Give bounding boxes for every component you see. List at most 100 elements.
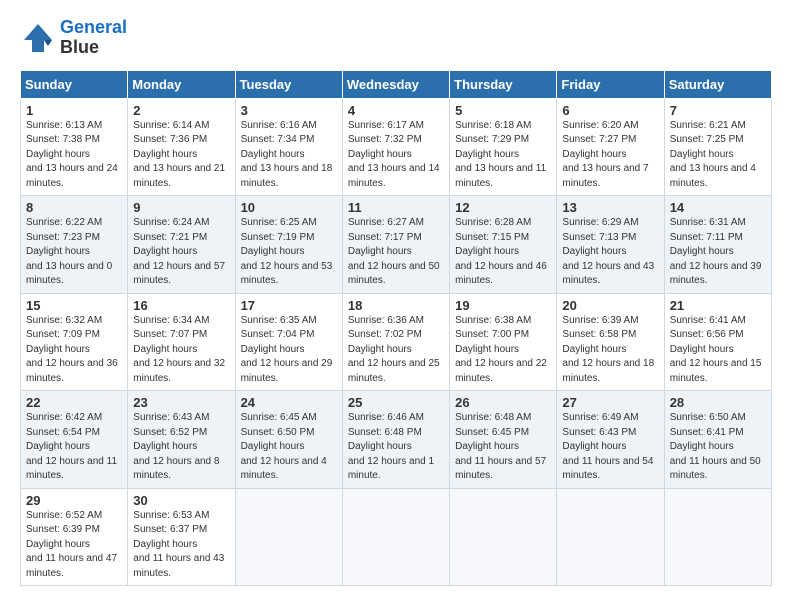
cell-info: Sunrise: 6:36 AMSunset: 7:02 PMDaylight … bbox=[348, 315, 440, 384]
calendar-cell: 8 Sunrise: 6:22 AMSunset: 7:23 PMDayligh… bbox=[21, 196, 128, 294]
calendar-cell: 17 Sunrise: 6:35 AMSunset: 7:04 PMDaylig… bbox=[235, 293, 342, 391]
cell-info: Sunrise: 6:35 AMSunset: 7:04 PMDaylight … bbox=[241, 315, 333, 384]
cell-info: Sunrise: 6:48 AMSunset: 6:45 PMDaylight … bbox=[455, 412, 546, 481]
calendar-cell: 12 Sunrise: 6:28 AMSunset: 7:15 PMDaylig… bbox=[450, 196, 557, 294]
logo-text: General Blue bbox=[60, 18, 127, 58]
calendar-cell: 11 Sunrise: 6:27 AMSunset: 7:17 PMDaylig… bbox=[342, 196, 449, 294]
day-number: 16 bbox=[133, 298, 229, 313]
day-number: 23 bbox=[133, 395, 229, 410]
day-number: 15 bbox=[26, 298, 122, 313]
day-header-wednesday: Wednesday bbox=[342, 70, 449, 98]
day-number: 10 bbox=[241, 200, 337, 215]
day-number: 30 bbox=[133, 493, 229, 508]
day-number: 13 bbox=[562, 200, 658, 215]
calendar-cell: 7 Sunrise: 6:21 AMSunset: 7:25 PMDayligh… bbox=[664, 98, 771, 196]
cell-info: Sunrise: 6:53 AMSunset: 6:37 PMDaylight … bbox=[133, 510, 224, 579]
day-header-monday: Monday bbox=[128, 70, 235, 98]
cell-info: Sunrise: 6:27 AMSunset: 7:17 PMDaylight … bbox=[348, 217, 440, 286]
calendar-cell bbox=[450, 488, 557, 586]
calendar-cell bbox=[664, 488, 771, 586]
day-number: 6 bbox=[562, 103, 658, 118]
cell-info: Sunrise: 6:18 AMSunset: 7:29 PMDaylight … bbox=[455, 120, 546, 189]
day-number: 26 bbox=[455, 395, 551, 410]
calendar-cell: 3 Sunrise: 6:16 AMSunset: 7:34 PMDayligh… bbox=[235, 98, 342, 196]
cell-info: Sunrise: 6:45 AMSunset: 6:50 PMDaylight … bbox=[241, 412, 327, 481]
day-number: 18 bbox=[348, 298, 444, 313]
day-number: 22 bbox=[26, 395, 122, 410]
day-number: 1 bbox=[26, 103, 122, 118]
day-number: 29 bbox=[26, 493, 122, 508]
day-number: 8 bbox=[26, 200, 122, 215]
day-number: 7 bbox=[670, 103, 766, 118]
calendar-body: 1 Sunrise: 6:13 AMSunset: 7:38 PMDayligh… bbox=[21, 98, 772, 586]
cell-info: Sunrise: 6:32 AMSunset: 7:09 PMDaylight … bbox=[26, 315, 118, 384]
cell-info: Sunrise: 6:34 AMSunset: 7:07 PMDaylight … bbox=[133, 315, 225, 384]
day-number: 3 bbox=[241, 103, 337, 118]
calendar-cell: 15 Sunrise: 6:32 AMSunset: 7:09 PMDaylig… bbox=[21, 293, 128, 391]
calendar-cell: 18 Sunrise: 6:36 AMSunset: 7:02 PMDaylig… bbox=[342, 293, 449, 391]
week-row-3: 15 Sunrise: 6:32 AMSunset: 7:09 PMDaylig… bbox=[21, 293, 772, 391]
calendar-cell: 24 Sunrise: 6:45 AMSunset: 6:50 PMDaylig… bbox=[235, 391, 342, 489]
day-number: 24 bbox=[241, 395, 337, 410]
cell-info: Sunrise: 6:46 AMSunset: 6:48 PMDaylight … bbox=[348, 412, 434, 481]
day-header-tuesday: Tuesday bbox=[235, 70, 342, 98]
cell-info: Sunrise: 6:39 AMSunset: 6:58 PMDaylight … bbox=[562, 315, 654, 384]
day-number: 21 bbox=[670, 298, 766, 313]
day-number: 27 bbox=[562, 395, 658, 410]
day-number: 2 bbox=[133, 103, 229, 118]
calendar-cell: 22 Sunrise: 6:42 AMSunset: 6:54 PMDaylig… bbox=[21, 391, 128, 489]
calendar-cell bbox=[342, 488, 449, 586]
calendar-cell: 23 Sunrise: 6:43 AMSunset: 6:52 PMDaylig… bbox=[128, 391, 235, 489]
cell-info: Sunrise: 6:21 AMSunset: 7:25 PMDaylight … bbox=[670, 120, 756, 189]
calendar-cell: 4 Sunrise: 6:17 AMSunset: 7:32 PMDayligh… bbox=[342, 98, 449, 196]
cell-info: Sunrise: 6:43 AMSunset: 6:52 PMDaylight … bbox=[133, 412, 219, 481]
day-number: 28 bbox=[670, 395, 766, 410]
calendar-cell: 29 Sunrise: 6:52 AMSunset: 6:39 PMDaylig… bbox=[21, 488, 128, 586]
day-header-saturday: Saturday bbox=[664, 70, 771, 98]
cell-info: Sunrise: 6:14 AMSunset: 7:36 PMDaylight … bbox=[133, 120, 225, 189]
calendar-cell: 13 Sunrise: 6:29 AMSunset: 7:13 PMDaylig… bbox=[557, 196, 664, 294]
day-number: 20 bbox=[562, 298, 658, 313]
cell-info: Sunrise: 6:31 AMSunset: 7:11 PMDaylight … bbox=[670, 217, 762, 286]
calendar-cell: 30 Sunrise: 6:53 AMSunset: 6:37 PMDaylig… bbox=[128, 488, 235, 586]
calendar-cell: 2 Sunrise: 6:14 AMSunset: 7:36 PMDayligh… bbox=[128, 98, 235, 196]
day-number: 5 bbox=[455, 103, 551, 118]
cell-info: Sunrise: 6:24 AMSunset: 7:21 PMDaylight … bbox=[133, 217, 225, 286]
calendar-cell: 21 Sunrise: 6:41 AMSunset: 6:56 PMDaylig… bbox=[664, 293, 771, 391]
cell-info: Sunrise: 6:52 AMSunset: 6:39 PMDaylight … bbox=[26, 510, 117, 579]
cell-info: Sunrise: 6:41 AMSunset: 6:56 PMDaylight … bbox=[670, 315, 762, 384]
day-header-friday: Friday bbox=[557, 70, 664, 98]
calendar-cell: 26 Sunrise: 6:48 AMSunset: 6:45 PMDaylig… bbox=[450, 391, 557, 489]
calendar-cell: 28 Sunrise: 6:50 AMSunset: 6:41 PMDaylig… bbox=[664, 391, 771, 489]
week-row-2: 8 Sunrise: 6:22 AMSunset: 7:23 PMDayligh… bbox=[21, 196, 772, 294]
logo: General Blue bbox=[20, 18, 127, 58]
calendar-cell: 20 Sunrise: 6:39 AMSunset: 6:58 PMDaylig… bbox=[557, 293, 664, 391]
cell-info: Sunrise: 6:29 AMSunset: 7:13 PMDaylight … bbox=[562, 217, 654, 286]
week-row-1: 1 Sunrise: 6:13 AMSunset: 7:38 PMDayligh… bbox=[21, 98, 772, 196]
day-header-sunday: Sunday bbox=[21, 70, 128, 98]
calendar-header-row: SundayMondayTuesdayWednesdayThursdayFrid… bbox=[21, 70, 772, 98]
header: General Blue bbox=[20, 18, 772, 58]
cell-info: Sunrise: 6:22 AMSunset: 7:23 PMDaylight … bbox=[26, 217, 112, 286]
calendar-cell: 6 Sunrise: 6:20 AMSunset: 7:27 PMDayligh… bbox=[557, 98, 664, 196]
calendar-table: SundayMondayTuesdayWednesdayThursdayFrid… bbox=[20, 70, 772, 587]
day-number: 9 bbox=[133, 200, 229, 215]
calendar-cell: 14 Sunrise: 6:31 AMSunset: 7:11 PMDaylig… bbox=[664, 196, 771, 294]
calendar-cell bbox=[235, 488, 342, 586]
calendar-cell: 5 Sunrise: 6:18 AMSunset: 7:29 PMDayligh… bbox=[450, 98, 557, 196]
day-number: 12 bbox=[455, 200, 551, 215]
cell-info: Sunrise: 6:17 AMSunset: 7:32 PMDaylight … bbox=[348, 120, 440, 189]
day-number: 19 bbox=[455, 298, 551, 313]
calendar-cell: 27 Sunrise: 6:49 AMSunset: 6:43 PMDaylig… bbox=[557, 391, 664, 489]
page: General Blue SundayMondayTuesdayWednesda… bbox=[0, 0, 792, 596]
cell-info: Sunrise: 6:16 AMSunset: 7:34 PMDaylight … bbox=[241, 120, 333, 189]
day-number: 11 bbox=[348, 200, 444, 215]
calendar-cell: 25 Sunrise: 6:46 AMSunset: 6:48 PMDaylig… bbox=[342, 391, 449, 489]
calendar-cell: 10 Sunrise: 6:25 AMSunset: 7:19 PMDaylig… bbox=[235, 196, 342, 294]
week-row-4: 22 Sunrise: 6:42 AMSunset: 6:54 PMDaylig… bbox=[21, 391, 772, 489]
cell-info: Sunrise: 6:50 AMSunset: 6:41 PMDaylight … bbox=[670, 412, 761, 481]
calendar-cell: 16 Sunrise: 6:34 AMSunset: 7:07 PMDaylig… bbox=[128, 293, 235, 391]
cell-info: Sunrise: 6:38 AMSunset: 7:00 PMDaylight … bbox=[455, 315, 547, 384]
cell-info: Sunrise: 6:25 AMSunset: 7:19 PMDaylight … bbox=[241, 217, 333, 286]
calendar-cell: 9 Sunrise: 6:24 AMSunset: 7:21 PMDayligh… bbox=[128, 196, 235, 294]
